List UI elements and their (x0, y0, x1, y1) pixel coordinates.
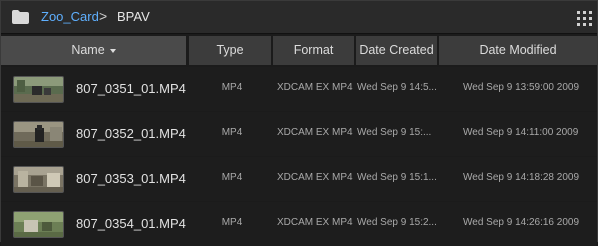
file-date-created: Wed Sep 9 14:5... (357, 82, 437, 93)
video-thumbnail (13, 76, 64, 103)
file-browser-window: Zoo_Card > BPAV Name Type Format Date Cr… (0, 0, 598, 246)
file-row[interactable]: 807_0352_01.MP4 MP4 XDCAM EX MP4 Wed Sep… (1, 112, 597, 156)
column-header-type-label: Type (216, 43, 244, 57)
file-row[interactable]: 807_0354_01.MP4 MP4 XDCAM EX MP4 Wed Sep… (1, 202, 597, 246)
path-bar: Zoo_Card > BPAV (1, 1, 597, 34)
breadcrumb-current: BPAV (117, 9, 150, 24)
file-row[interactable]: 807_0353_01.MP4 MP4 XDCAM EX MP4 Wed Sep… (1, 157, 597, 201)
video-thumbnail (13, 166, 64, 193)
file-format: XDCAM EX MP4 (277, 172, 353, 183)
column-header-name[interactable]: Name (1, 36, 186, 65)
file-format: XDCAM EX MP4 (277, 127, 353, 138)
file-name: 807_0353_01.MP4 (76, 171, 186, 186)
column-header-format[interactable]: Format (273, 36, 354, 65)
breadcrumb-parent-link[interactable]: Zoo_Card (41, 9, 99, 24)
file-row[interactable]: 807_0351_01.MP4 MP4 XDCAM EX MP4 Wed Sep… (1, 67, 597, 111)
file-type: MP4 (221, 172, 243, 183)
file-date-modified: Wed Sep 9 14:11:00 2009 (463, 127, 579, 138)
video-thumbnail (13, 211, 64, 238)
column-header-row: Name Type Format Date Created Date Modif… (1, 36, 597, 65)
column-header-date-created[interactable]: Date Created (356, 36, 437, 65)
column-header-date-modified-label: Date Modified (479, 43, 557, 57)
file-format: XDCAM EX MP4 (277, 217, 353, 228)
video-thumbnail (13, 121, 64, 148)
column-header-type[interactable]: Type (189, 36, 271, 65)
file-date-created: Wed Sep 9 15:2... (357, 217, 437, 228)
breadcrumb-separator: > (99, 8, 108, 24)
file-date-modified: Wed Sep 9 14:26:16 2009 (463, 217, 580, 228)
column-header-name-label: Name (71, 43, 105, 57)
file-date-created: Wed Sep 9 15:1... (357, 172, 437, 183)
column-header-format-label: Format (293, 43, 334, 57)
file-date-modified: Wed Sep 9 13:59:00 2009 (463, 82, 580, 93)
file-date-created: Wed Sep 9 15:... (357, 127, 432, 138)
file-format: XDCAM EX MP4 (277, 82, 353, 93)
folder-icon (12, 10, 29, 24)
column-header-date-created-label: Date Created (359, 43, 434, 57)
sort-descending-icon (109, 48, 116, 53)
file-type: MP4 (221, 127, 243, 138)
file-name: 807_0352_01.MP4 (76, 126, 186, 141)
column-header-date-modified[interactable]: Date Modified (439, 36, 597, 65)
file-name: 807_0354_01.MP4 (76, 216, 186, 231)
file-date-modified: Wed Sep 9 14:18:28 2009 (463, 172, 580, 183)
file-type: MP4 (221, 217, 243, 228)
file-name: 807_0351_01.MP4 (76, 81, 186, 96)
grid-view-icon[interactable] (577, 11, 592, 26)
file-type: MP4 (221, 82, 243, 93)
